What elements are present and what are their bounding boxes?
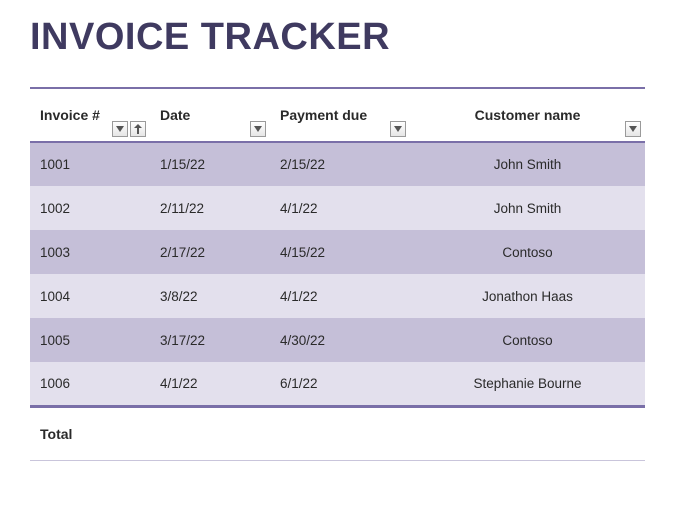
table-body: 10011/15/222/15/22John Smith10022/11/224… — [30, 142, 645, 406]
page-title: INVOICE TRACKER — [30, 16, 645, 59]
arrow-up-icon — [134, 124, 142, 134]
column-header-label: Invoice # — [40, 107, 100, 123]
filter-button-customer[interactable] — [625, 121, 641, 137]
column-header-date: Date — [150, 88, 270, 142]
cell-invoice: 1001 — [30, 142, 150, 186]
filter-button-invoice[interactable] — [112, 121, 128, 137]
column-header-label: Payment due — [280, 107, 367, 123]
cell-invoice: 1003 — [30, 230, 150, 274]
cell-invoice: 1002 — [30, 186, 150, 230]
column-header-invoice: Invoice # — [30, 88, 150, 142]
filter-button-due[interactable] — [390, 121, 406, 137]
cell-customer: Jonathon Haas — [410, 274, 645, 318]
cell-due: 4/1/22 — [270, 274, 410, 318]
chevron-down-icon — [394, 126, 402, 132]
column-header-label: Date — [160, 107, 190, 123]
table-row: 10064/1/226/1/22Stephanie Bourne — [30, 362, 645, 406]
table-row: 10053/17/224/30/22Contoso — [30, 318, 645, 362]
table-row: 10011/15/222/15/22John Smith — [30, 142, 645, 186]
cell-invoice: 1005 — [30, 318, 150, 362]
cell-date: 2/11/22 — [150, 186, 270, 230]
footer-cell — [270, 406, 410, 460]
cell-customer: Contoso — [410, 318, 645, 362]
footer-cell — [150, 406, 270, 460]
chevron-down-icon — [254, 126, 262, 132]
cell-date: 4/1/22 — [150, 362, 270, 406]
cell-due: 4/15/22 — [270, 230, 410, 274]
cell-customer: Stephanie Bourne — [410, 362, 645, 406]
chevron-down-icon — [116, 126, 124, 132]
cell-invoice: 1006 — [30, 362, 150, 406]
cell-due: 4/30/22 — [270, 318, 410, 362]
cell-date: 2/17/22 — [150, 230, 270, 274]
table-header-row: Invoice # Date — [30, 88, 645, 142]
footer-total-label: Total — [30, 406, 150, 460]
column-header-label: Customer name — [475, 107, 581, 123]
sort-asc-button-invoice[interactable] — [130, 121, 146, 137]
table-row: 10022/11/224/1/22John Smith — [30, 186, 645, 230]
cell-customer: John Smith — [410, 142, 645, 186]
cell-due: 2/15/22 — [270, 142, 410, 186]
cell-customer: Contoso — [410, 230, 645, 274]
table-row: 10043/8/224/1/22Jonathon Haas — [30, 274, 645, 318]
column-header-customer: Customer name — [410, 88, 645, 142]
filter-button-date[interactable] — [250, 121, 266, 137]
invoice-table: Invoice # Date — [30, 87, 645, 461]
footer-cell — [410, 406, 645, 460]
chevron-down-icon — [629, 126, 637, 132]
table-footer-row: Total — [30, 406, 645, 460]
cell-date: 1/15/22 — [150, 142, 270, 186]
column-header-due: Payment due — [270, 88, 410, 142]
cell-due: 4/1/22 — [270, 186, 410, 230]
cell-invoice: 1004 — [30, 274, 150, 318]
cell-due: 6/1/22 — [270, 362, 410, 406]
cell-date: 3/8/22 — [150, 274, 270, 318]
cell-customer: John Smith — [410, 186, 645, 230]
table-row: 10032/17/224/15/22Contoso — [30, 230, 645, 274]
cell-date: 3/17/22 — [150, 318, 270, 362]
